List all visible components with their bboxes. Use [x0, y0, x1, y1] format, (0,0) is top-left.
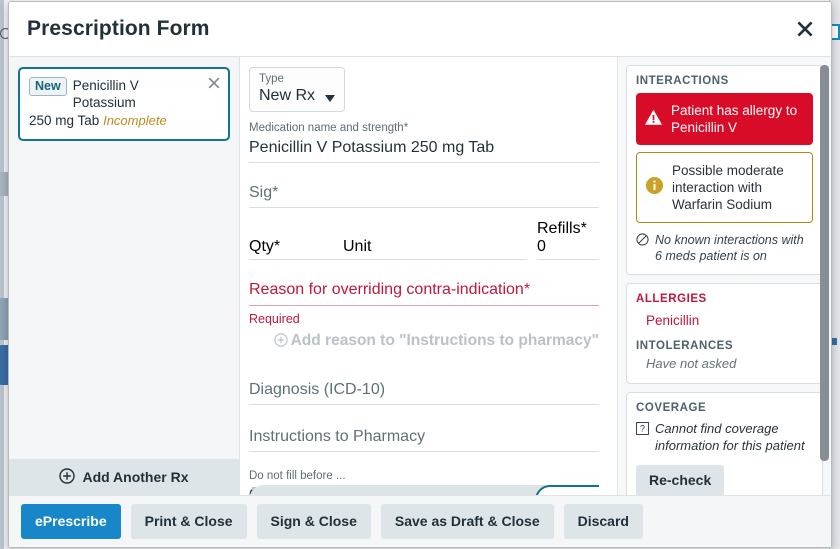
- status-badge: New: [29, 77, 67, 96]
- save-as-draft-and-close-button[interactable]: Save as Draft & Close: [380, 504, 554, 539]
- no-entry-icon: [636, 233, 649, 250]
- question-box-icon: ?: [636, 422, 649, 440]
- toggle-selected-option: [535, 485, 599, 495]
- type-select-label: Type: [259, 73, 284, 85]
- svg-text:?: ?: [640, 424, 645, 434]
- allergy-alert-text: Patient has allergy to Penicillin V: [671, 103, 798, 135]
- partially-visible-toggle[interactable]: [249, 481, 599, 495]
- coverage-panel: COVERAGE ? Cannot find coverage informat…: [626, 392, 823, 495]
- print-and-close-button[interactable]: Print & Close: [130, 504, 247, 539]
- intolerances-title: INTOLERANCES: [636, 340, 734, 352]
- plus-circle-icon: [59, 467, 76, 487]
- instructions-placeholder: Instructions to Pharmacy: [249, 428, 426, 445]
- diagnosis-placeholder: Diagnosis (ICD-10): [249, 381, 386, 398]
- no-known-interactions: No known interactions with 6 meds patien…: [636, 232, 813, 264]
- rx-list-column: New Penicillin V Potassium 250 mg Tab In…: [9, 57, 240, 495]
- add-reason-to-instructions-button[interactable]: Add reason to "Instructions to pharmacy": [249, 332, 599, 352]
- allergy-item: Penicillin: [646, 313, 700, 328]
- unit-placeholder: Unit: [343, 238, 372, 255]
- refills-field[interactable]: Refills* 0: [537, 220, 599, 260]
- medication-label: Medication name and strength*: [249, 122, 409, 134]
- type-select[interactable]: Type New Rx: [249, 67, 346, 112]
- modal-footer: ePrescribe Print & Close Sign & Close Sa…: [9, 495, 831, 547]
- rx-card-line-1: New Penicillin V Potassium: [29, 77, 219, 111]
- page-title: Prescription Form: [27, 16, 210, 40]
- override-reason-label: Reason for overriding contra-indication*: [249, 278, 599, 306]
- prescription-form-fields: Type New Rx Medication name and strength…: [240, 57, 617, 495]
- warning-triangle-icon: [644, 108, 663, 131]
- interactions-title: INTERACTIONS: [636, 75, 729, 87]
- plus-circle-icon: [273, 333, 288, 352]
- prescription-form-modal: Prescription Form New Penicillin V Potas…: [8, 1, 832, 548]
- add-reason-label: Add reason to "Instructions to pharmacy": [290, 332, 599, 349]
- scrollbar-thumb[interactable]: [820, 65, 829, 461]
- discard-button[interactable]: Discard: [563, 504, 643, 539]
- qty-unit-refills-row: Qty* Unit Refills* 0: [249, 220, 599, 260]
- info-circle-icon: [645, 176, 664, 199]
- coverage-message: ? Cannot find coverage information for t…: [636, 420, 813, 454]
- refills-label: Refills*: [537, 220, 587, 237]
- interactions-panel: INTERACTIONS Patient has allergy to Peni…: [626, 65, 823, 275]
- list-item[interactable]: New Penicillin V Potassium 250 mg Tab In…: [18, 67, 230, 141]
- allergies-panel: ALLERGIES Penicillin INTOLERANCES Have n…: [626, 283, 823, 384]
- close-icon[interactable]: [791, 15, 819, 43]
- interaction-warning[interactable]: Possible moderate interaction with Warfa…: [636, 152, 813, 223]
- refills-value: 0: [537, 238, 546, 255]
- override-reason-field[interactable]: Reason for overriding contra-indication*…: [249, 278, 599, 326]
- side-panel-scrollbar[interactable]: [820, 65, 829, 461]
- type-select-value: New Rx: [259, 87, 316, 104]
- qty-placeholder: Qty*: [249, 238, 281, 255]
- close-icon[interactable]: [206, 75, 222, 91]
- medication-field[interactable]: Medication name and strength* Penicillin…: [249, 121, 599, 163]
- add-another-rx-label: Add Another Rx: [82, 469, 189, 485]
- modal-header: Prescription Form: [9, 2, 831, 56]
- eprescribe-button[interactable]: ePrescribe: [21, 504, 121, 539]
- modal-body: New Penicillin V Potassium 250 mg Tab In…: [9, 56, 831, 495]
- rx-strength: 250 mg Tab: [29, 113, 100, 128]
- no-known-interactions-text: No known interactions with 6 meds patien…: [655, 233, 804, 263]
- interaction-warning-text: Possible moderate interaction with Warfa…: [672, 163, 784, 212]
- recheck-coverage-button[interactable]: Re-check: [636, 465, 725, 495]
- allergies-title: ALLERGIES: [636, 293, 707, 305]
- sig-placeholder: Sig*: [249, 184, 279, 201]
- intolerances-value: Have not asked: [646, 356, 737, 371]
- chevron-down-icon: [325, 95, 336, 102]
- allergy-alert[interactable]: Patient has allergy to Penicillin V: [636, 93, 813, 145]
- unit-field[interactable]: Unit: [330, 238, 527, 260]
- rx-status: Incomplete: [103, 113, 167, 128]
- instructions-to-pharmacy-field[interactable]: Instructions to Pharmacy: [249, 416, 599, 452]
- sign-and-close-button[interactable]: Sign & Close: [256, 504, 371, 539]
- qty-field[interactable]: Qty*: [249, 238, 330, 260]
- rx-card-line-2: 250 mg Tab Incomplete: [29, 112, 219, 130]
- override-reason-error: Required: [249, 312, 300, 326]
- medication-value: Penicillin V Potassium 250 mg Tab: [249, 139, 495, 156]
- coverage-text: Cannot find coverage information for thi…: [655, 421, 805, 453]
- clinical-side-panel: INTERACTIONS Patient has allergy to Peni…: [617, 57, 831, 495]
- diagnosis-field[interactable]: Diagnosis (ICD-10): [249, 374, 599, 405]
- rx-list: New Penicillin V Potassium 250 mg Tab In…: [9, 57, 239, 459]
- add-another-rx-button[interactable]: Add Another Rx: [9, 459, 239, 495]
- rx-medication-name: Penicillin V Potassium: [72, 78, 139, 110]
- sig-field[interactable]: Sig*: [249, 172, 599, 208]
- coverage-title: COVERAGE: [636, 402, 707, 414]
